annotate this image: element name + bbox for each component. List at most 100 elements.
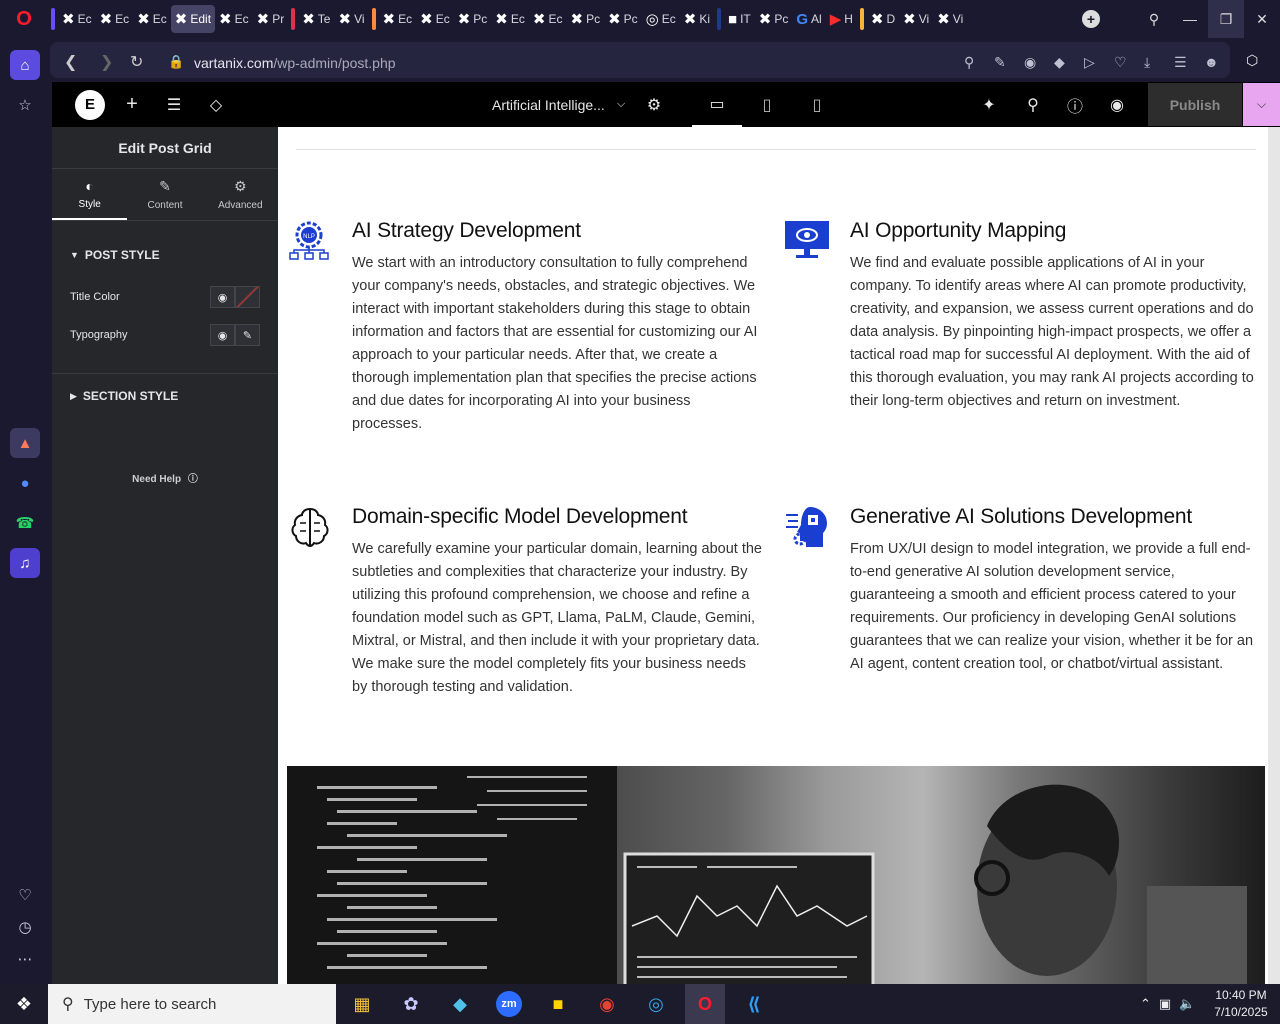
paint-app-icon[interactable]: ✿ <box>391 984 431 1024</box>
browser-tab[interactable]: ✖ Ec <box>379 5 417 33</box>
aria-icon[interactable]: ▲ <box>10 428 40 458</box>
back-icon[interactable]: ❮ <box>64 52 77 72</box>
close-window-button[interactable]: ✕ <box>1244 0 1280 38</box>
browser-tab[interactable]: ✖ Ec <box>58 5 96 33</box>
menu-icon[interactable]: ☰ <box>1174 54 1187 71</box>
browser-tab[interactable]: ◎ Ec <box>642 5 680 33</box>
settings-sliders-icon[interactable]: ☰ <box>162 82 186 127</box>
url-text[interactable]: vartanix.com/wp-admin/post.php <box>194 55 396 71</box>
page-settings-gear-icon[interactable]: ⚙ <box>642 82 666 127</box>
tab-group-marker[interactable] <box>51 8 55 30</box>
tab-advanced[interactable]: ⚙ Advanced <box>203 169 278 220</box>
heart-ext-icon[interactable]: ♡ <box>1114 54 1127 71</box>
sticky-notes-icon[interactable]: ■ <box>538 984 578 1024</box>
preview-eye-icon[interactable]: ◉ <box>1102 82 1132 127</box>
tab-group-marker[interactable] <box>371 8 376 30</box>
windows-start-icon[interactable]: ❖ <box>0 984 48 1024</box>
help-icon[interactable]: ⓘ <box>1060 82 1090 127</box>
app-diamond-icon[interactable]: ◆ <box>440 984 480 1024</box>
color-picker-swatch[interactable] <box>235 286 260 308</box>
tab-group-marker[interactable] <box>291 8 296 30</box>
profile-icon[interactable]: ☻ <box>1204 54 1219 70</box>
browser-tab[interactable]: ▶ H <box>826 5 857 33</box>
reload-icon[interactable]: ↻ <box>130 52 143 72</box>
browser-tab[interactable]: ■ IT <box>724 5 755 33</box>
forward-icon[interactable]: ❯ <box>100 52 113 72</box>
heart-icon[interactable]: ♡ <box>10 880 40 910</box>
edit-icon[interactable]: ✎ <box>994 54 1006 71</box>
tab-group-marker[interactable] <box>859 8 864 30</box>
network-icon[interactable]: ▣ <box>1159 996 1171 1012</box>
browser-tab[interactable]: ✖ Pr <box>253 5 289 33</box>
tablet-view-icon[interactable]: ▯ <box>752 82 782 127</box>
card-title[interactable]: AI Strategy Development <box>352 219 762 243</box>
tab-content[interactable]: ✎ Content <box>127 169 202 220</box>
notifications-icon[interactable]: ✦ <box>974 82 1004 127</box>
browser-tab[interactable]: ✖ D <box>867 5 899 33</box>
publish-options-chevron-icon[interactable]: ⌵ <box>1243 83 1280 126</box>
browser-tab[interactable]: ✖ Ec <box>96 5 134 33</box>
browser-tab[interactable]: ✖ Edit <box>170 5 216 33</box>
shield-icon[interactable]: ◆ <box>1054 54 1065 71</box>
home-icon[interactable]: ⌂ <box>10 50 40 80</box>
download-icon[interactable]: ⤓ <box>1144 54 1150 71</box>
history-icon[interactable]: ◷ <box>10 912 40 942</box>
tab-group-marker[interactable] <box>717 8 722 30</box>
browser-tab[interactable]: ✖ Ec <box>491 5 529 33</box>
card-title[interactable]: Domain-specific Model Development <box>352 505 762 529</box>
messenger-icon[interactable]: ● <box>10 468 40 498</box>
publish-button[interactable]: Publish <box>1148 83 1242 126</box>
mobile-view-icon[interactable]: ▯ <box>804 82 830 127</box>
browser-tab[interactable]: ✖ Ec <box>215 5 253 33</box>
new-tab-button[interactable]: + <box>1076 0 1106 38</box>
tab-search-icon[interactable]: ⚲ <box>1136 0 1172 38</box>
browser-tab[interactable]: ✖ Pc <box>566 5 604 33</box>
tray-chevron-icon[interactable]: ⌃ <box>1140 996 1151 1012</box>
card-title[interactable]: Generative AI Solutions Development <box>850 505 1256 529</box>
extensions-icon[interactable]: ⬡ <box>1246 52 1258 69</box>
camera-icon[interactable]: ◉ <box>1024 54 1036 71</box>
browser-tab[interactable]: ✖ Pc <box>755 5 793 33</box>
browser-tab[interactable]: ✖ Vi <box>933 5 967 33</box>
need-help-link[interactable]: Need Help ⓘ <box>52 470 278 485</box>
browser-tab[interactable]: ✖ Ec <box>133 5 171 33</box>
canvas-scrollbar[interactable] <box>1268 127 1280 984</box>
page-selector[interactable]: Artificial Intellige... ⌵ <box>492 82 628 127</box>
desktop-view-icon[interactable]: ▭ <box>692 82 742 127</box>
play-icon[interactable]: ▷ <box>1084 54 1095 71</box>
browser-tab[interactable]: ✖ Ec <box>416 5 454 33</box>
opera-taskbar-icon[interactable]: O <box>685 984 725 1024</box>
vscode-icon[interactable]: ⟪ <box>734 984 774 1024</box>
tab-style[interactable]: ◐ Style <box>52 169 128 220</box>
browser-tab[interactable]: ✖ Vi <box>899 5 933 33</box>
search-icon[interactable]: ⚲ <box>1018 82 1048 127</box>
elementor-logo-icon[interactable]: E <box>74 82 106 127</box>
clock[interactable]: 10:40 PM 7/10/2025 <box>1212 987 1270 1021</box>
browser-tab[interactable]: ✖ Pc <box>454 5 492 33</box>
taskbar-search-box[interactable]: ⚲ Type here to search <box>48 984 336 1024</box>
browser-tab[interactable]: ✖ Ki <box>680 5 714 33</box>
music-player-icon[interactable]: ♫ <box>10 548 40 578</box>
browser-tab[interactable]: G Al <box>792 5 825 33</box>
edge-icon[interactable]: ◎ <box>636 984 676 1024</box>
star-icon[interactable]: ☆ <box>10 90 40 120</box>
card-title[interactable]: AI Opportunity Mapping <box>850 219 1256 243</box>
find-icon[interactable]: ⚲ <box>964 54 974 71</box>
zoom-icon[interactable]: zm <box>489 984 529 1024</box>
minimize-button[interactable]: — <box>1172 0 1208 38</box>
file-explorer-icon[interactable]: ▦ <box>342 984 382 1024</box>
browser-tab[interactable]: ✖ Pc <box>604 5 642 33</box>
volume-icon[interactable]: 🔈 <box>1179 996 1195 1012</box>
section-style-toggle[interactable]: ▶ SECTION STYLE <box>52 386 278 406</box>
browser-tab[interactable]: ✖ Te <box>298 5 334 33</box>
chrome-icon[interactable]: ◉ <box>587 984 627 1024</box>
restore-button[interactable]: ❐ <box>1208 0 1244 38</box>
edit-typography-icon[interactable]: ✎ <box>235 324 260 346</box>
whatsapp-icon[interactable]: ☎ <box>10 508 40 538</box>
layers-icon[interactable]: ◇ <box>204 82 228 127</box>
post-style-section-toggle[interactable]: ▼ POST STYLE <box>52 245 278 265</box>
more-icon[interactable]: ⋯ <box>10 944 40 974</box>
global-colors-icon[interactable]: ◉ <box>210 286 235 308</box>
global-typography-icon[interactable]: ◉ <box>210 324 235 346</box>
address-bar[interactable]: ❮ ❯ ↻ 🔒 vartanix.com/wp-admin/post.php ⚲… <box>50 42 1230 78</box>
